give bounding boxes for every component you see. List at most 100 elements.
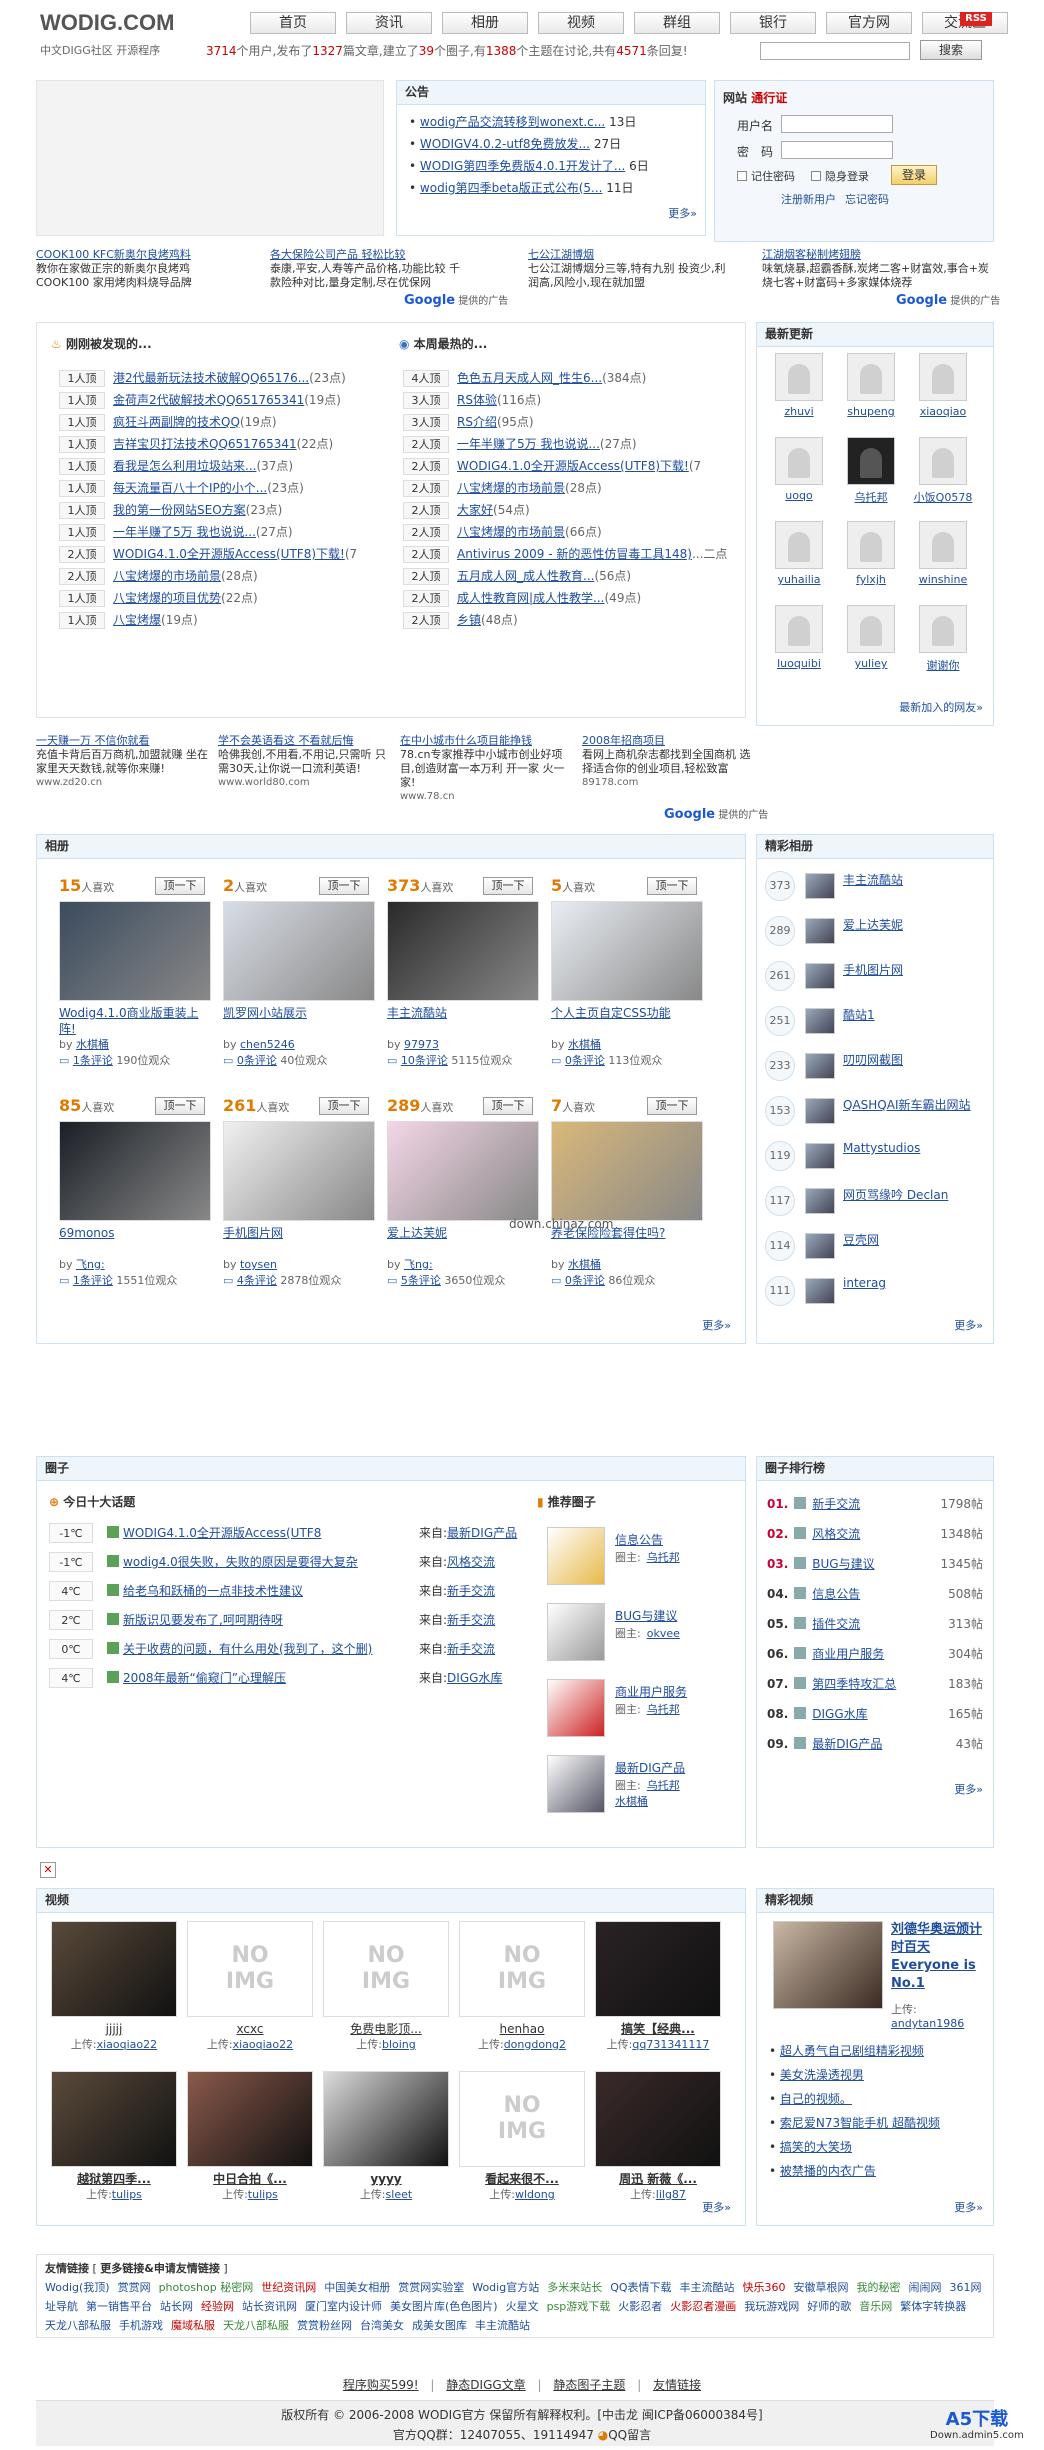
- vote-count[interactable]: 2人顶: [59, 568, 105, 585]
- forgot-link[interactable]: 忘记密码: [845, 191, 889, 207]
- friend-link[interactable]: 好师的歌: [807, 2300, 851, 2313]
- avatar[interactable]: [919, 437, 967, 485]
- video-link[interactable]: 被禁播的内衣广告: [780, 2164, 876, 2178]
- friend-link[interactable]: 火影忍者漫画: [670, 2300, 736, 2313]
- rank-circle-link[interactable]: 信息公告: [812, 1587, 860, 1601]
- upvote-button[interactable]: 顶一下: [155, 1097, 205, 1115]
- nav-bank[interactable]: 银行: [730, 12, 816, 34]
- avatar[interactable]: [919, 521, 967, 569]
- comment-link[interactable]: 1条评论: [73, 1274, 113, 1287]
- uploader-link[interactable]: tulips: [248, 2188, 278, 2201]
- remember-checkbox[interactable]: [737, 171, 747, 181]
- album-thumb[interactable]: [805, 1053, 835, 1079]
- vote-count[interactable]: 1人顶: [59, 436, 105, 453]
- author-link[interactable]: 水棋桶: [568, 1038, 601, 1051]
- rank-circle-link[interactable]: 商业用户服务: [812, 1647, 884, 1661]
- avatar[interactable]: [919, 605, 967, 653]
- album-link[interactable]: 叨叨网截图: [843, 1051, 903, 1068]
- ad-8[interactable]: 2008年招商项目 看网上商机杂志都找到全国商机 选择适合你的创业项目,轻松致富 8…: [582, 734, 752, 790]
- photo-title[interactable]: 69monos: [59, 1225, 211, 1257]
- vote-count[interactable]: 1人顶: [59, 370, 105, 387]
- author-link[interactable]: chen5246: [240, 1038, 295, 1051]
- google-ads-label[interactable]: Google 提供的广告: [664, 806, 768, 822]
- nav-home[interactable]: 首页: [250, 12, 336, 34]
- comment-link[interactable]: 10条评论: [401, 1054, 448, 1067]
- comment-link[interactable]: 0条评论: [565, 1054, 605, 1067]
- rank-circle-link[interactable]: 新手交流: [812, 1497, 860, 1511]
- item-link[interactable]: Antivirus 2009 - 新的恶性仿冒毒工具148): [457, 547, 692, 561]
- vote-count[interactable]: 2人顶: [403, 590, 449, 607]
- album-link[interactable]: 丰主流酷站: [843, 871, 903, 888]
- avatar-name[interactable]: xiaoqiao: [908, 405, 978, 418]
- friend-link[interactable]: 赏赏网: [118, 2281, 151, 2294]
- upvote-button[interactable]: 顶一下: [155, 877, 205, 895]
- avatar[interactable]: [847, 521, 895, 569]
- item-link[interactable]: 五月成人网_成人性教育...: [457, 569, 594, 583]
- username-input[interactable]: [781, 115, 893, 133]
- uploader-link[interactable]: andytan1986: [891, 2017, 964, 2030]
- comment-link[interactable]: 0条评论: [237, 1054, 277, 1067]
- item-link[interactable]: 疯狂斗两副牌的技术QQ: [113, 415, 240, 429]
- video-title[interactable]: 周迅 新薇《...: [595, 2171, 721, 2187]
- avatar-name[interactable]: 小饭Q0578: [908, 489, 978, 505]
- topic-link[interactable]: 2008年最新“偷窥门”心理解压: [123, 1671, 286, 1685]
- google-ads-label[interactable]: Google 提供的广告: [404, 292, 508, 308]
- vote-count[interactable]: 1人顶: [59, 524, 105, 541]
- friend-link[interactable]: 站长资讯网: [242, 2300, 297, 2313]
- item-link[interactable]: 金荷声2代破解技术QQ651765341: [113, 393, 304, 407]
- album-thumb[interactable]: [805, 873, 835, 899]
- friend-link[interactable]: 火影忍者: [618, 2300, 662, 2313]
- album-thumb[interactable]: [805, 918, 835, 944]
- item-link[interactable]: 我的第一份网站SEO方案: [113, 503, 246, 517]
- video-thumbnail[interactable]: [51, 1921, 177, 2017]
- video-link[interactable]: 美女洗澡透视男: [780, 2068, 864, 2082]
- rss-badge[interactable]: RSS: [960, 12, 992, 26]
- item-link[interactable]: 八宝烤爆的市场前景: [457, 525, 565, 539]
- circle-icon[interactable]: [547, 1755, 605, 1813]
- qq-leave-message[interactable]: QQ留言: [608, 2428, 651, 2442]
- item-link[interactable]: 吉祥宝贝打法技术QQ651765341: [113, 437, 297, 451]
- vote-count[interactable]: 4人顶: [403, 370, 449, 387]
- ad-1[interactable]: COOK100 KFC新奥尔良烤鸡料 教你在家做正宗的新奥尔良烤鸡 COOK100…: [36, 248, 236, 290]
- item-link[interactable]: 大家好: [457, 503, 493, 517]
- friend-link[interactable]: 美女图片库(色色图片): [390, 2300, 498, 2313]
- avatar-name[interactable]: winshine: [908, 573, 978, 586]
- uploader-link[interactable]: qq731341117: [632, 2038, 709, 2051]
- register-link[interactable]: 注册新用户: [781, 191, 836, 207]
- owner-link[interactable]: okvee: [647, 1627, 680, 1640]
- friend-link[interactable]: 音乐网: [859, 2300, 892, 2313]
- item-link[interactable]: 八宝烤爆的市场前景: [457, 481, 565, 495]
- friend-link[interactable]: 天龙八部私服: [45, 2319, 111, 2332]
- vote-count[interactable]: 1人顶: [59, 590, 105, 607]
- photo-title[interactable]: 手机图片网: [223, 1225, 375, 1257]
- nav-album[interactable]: 相册: [442, 12, 528, 34]
- photo-thumbnail[interactable]: [551, 1121, 703, 1221]
- item-link[interactable]: RS体验: [457, 393, 497, 407]
- photo-title[interactable]: 凯罗网小站展示: [223, 1005, 375, 1037]
- video-title[interactable]: xcxc: [187, 2021, 313, 2037]
- item-link[interactable]: 成人性教育网|成人性教学...: [457, 591, 605, 605]
- avatar-name[interactable]: 乌托邦: [836, 489, 906, 505]
- author-link[interactable]: toysen: [240, 1258, 277, 1271]
- album-link[interactable]: QASHQAI新车霸出网站: [843, 1096, 971, 1113]
- item-link[interactable]: 八宝烤爆的项目优势: [113, 591, 221, 605]
- album-link[interactable]: 网页骂缘吟 Declan: [843, 1186, 948, 1203]
- album-thumb[interactable]: [805, 1278, 835, 1304]
- rank-circle-link[interactable]: DIGG水库: [812, 1707, 867, 1721]
- avatar-name[interactable]: shupeng: [836, 405, 906, 418]
- friend-link[interactable]: 多米来站长: [547, 2281, 602, 2294]
- hidden-login-checkbox[interactable]: [811, 171, 821, 181]
- friend-link[interactable]: 丰主流酷站: [475, 2319, 530, 2332]
- vote-count[interactable]: 2人顶: [403, 480, 449, 497]
- upvote-button[interactable]: 顶一下: [319, 877, 369, 895]
- vote-count[interactable]: 2人顶: [403, 458, 449, 475]
- friend-link[interactable]: 世纪资讯网: [261, 2281, 316, 2294]
- friend-link[interactable]: 我的秘密: [857, 2281, 901, 2294]
- search-input[interactable]: [760, 42, 910, 60]
- circle-link[interactable]: 最新DIG产品: [615, 1759, 685, 1776]
- friend-link[interactable]: 手机游戏: [119, 2319, 163, 2332]
- item-link[interactable]: 看我是怎么利用垃圾站来...: [113, 459, 256, 473]
- item-link[interactable]: 一年半赚了5万 我也说说...: [457, 437, 600, 451]
- vote-count[interactable]: 2人顶: [403, 502, 449, 519]
- avatar[interactable]: [847, 605, 895, 653]
